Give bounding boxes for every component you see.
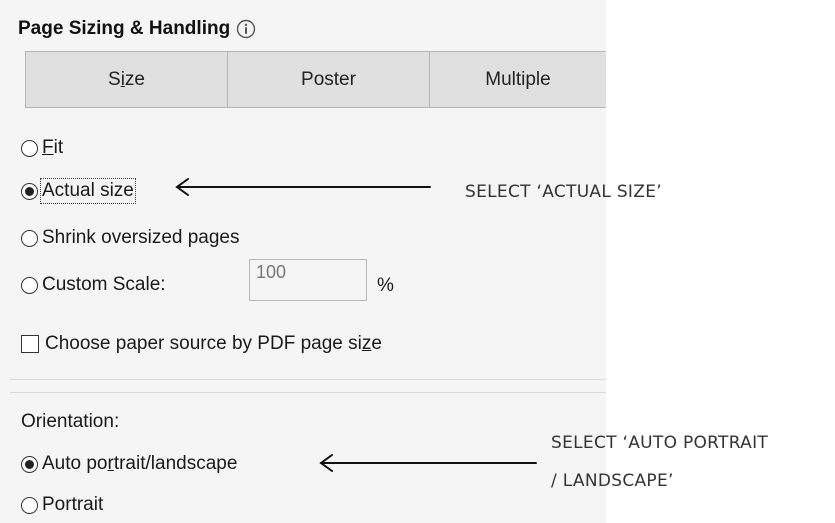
arrow-actual-size xyxy=(175,178,431,196)
annotation-orientation-line1: SELECT ‘AUTO PORTRAIT xyxy=(551,433,769,453)
annotation-actual-size: SELECT ‘ACTUAL SIZE’ xyxy=(465,182,662,202)
arrow-auto-orientation xyxy=(319,454,537,472)
annotation-orientation-line2: / LANDSCAPE’ xyxy=(551,471,674,491)
